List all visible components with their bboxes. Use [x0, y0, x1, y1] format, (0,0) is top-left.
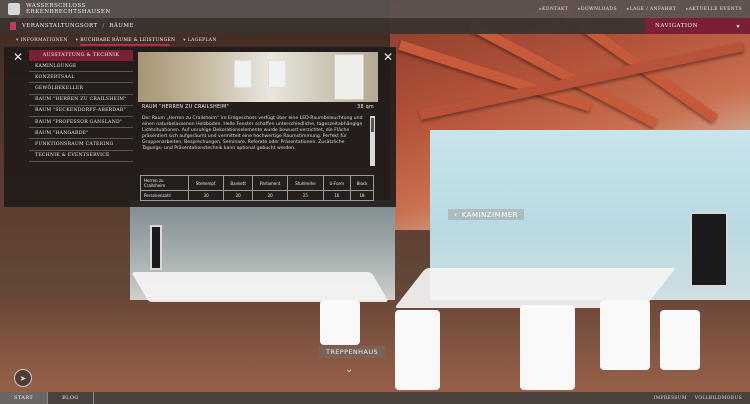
dropdown-arrow-icon: ▾	[16, 37, 19, 43]
breadcrumb-separator: /	[102, 23, 105, 29]
active-tab-indicator	[80, 44, 170, 46]
table-header-cell: U-Form	[322, 175, 352, 191]
menu-item-professor-gansland[interactable]: RAUM "PROFESSOR GANSLAND"	[29, 117, 133, 129]
menu-item-hangarde[interactable]: RAUM "HANGARDE"	[29, 128, 133, 140]
dropdown-arrow-icon: ▾	[183, 37, 186, 43]
footer-links: IMPRESSUM VOLLBILDMODUS	[654, 396, 750, 401]
tab-label: BUCHBARE RÄUME & LEISTUNGEN	[80, 37, 176, 43]
table-cell: 20	[223, 190, 254, 201]
hotspot-label: TREPPENHAUS	[325, 348, 379, 356]
menu-item-catering[interactable]: FUNKTIONSRAUM CATERING	[29, 139, 133, 151]
chair	[600, 300, 650, 370]
tab-label: LAGEPLAN	[187, 37, 217, 43]
window	[690, 212, 728, 287]
link-lage-anfahrt[interactable]: LAGE / ANFAHRT	[627, 7, 676, 12]
tab-start[interactable]: START	[0, 392, 49, 404]
home-icon[interactable]	[10, 22, 16, 30]
tab-blog[interactable]: BLOG	[48, 392, 94, 404]
table-cell: 16	[322, 190, 352, 201]
link-downloads[interactable]: DOWNLOADS	[578, 7, 617, 12]
breadcrumb: VERANSTALTUNGSORT / RÄUME	[0, 18, 645, 34]
table-header-cell: Herren zu Crailsheim	[140, 175, 189, 191]
room-menu: AUSSTATTUNG & TECHNIK KAMINLOUNGE KONZER…	[29, 50, 133, 162]
top-bar: WASSERSCHLOSS ERKENBRECHTSHAUSEN KONTAKT…	[0, 0, 750, 18]
chevron-left-icon: ‹	[454, 210, 458, 219]
menu-item-herren-zu-crailsheim[interactable]: RAUM "HERREN ZU CRAILSHEIM"	[29, 95, 133, 106]
logo-line2: ERKENBRECHTSHAUSEN	[26, 9, 111, 15]
card-area: 38 qm	[357, 105, 374, 110]
scroll-thumb[interactable]	[371, 118, 374, 132]
link-vollbildmodus[interactable]: VOLLBILDMODUS	[695, 396, 742, 401]
logo[interactable]: WASSERSCHLOSS ERKENBRECHTSHAUSEN	[0, 3, 250, 15]
menu-item-technik[interactable]: TECHNIK & EVENTSERVICE	[29, 151, 133, 162]
photo-window	[268, 60, 286, 88]
link-aktuelle-events[interactable]: AKTUELLE EVENTS	[686, 7, 742, 12]
breadcrumb-veranstaltungsort[interactable]: VERANSTALTUNGSORT	[22, 23, 98, 29]
capacity-table: Herren zu Crailsheim Stehempf. Bankett P…	[140, 175, 374, 201]
hotspot-treppenhaus[interactable]: TREPPENHAUS	[318, 346, 386, 358]
bottom-bar: START BLOG IMPRESSUM VOLLBILDMODUS	[0, 392, 750, 404]
table-row: Personenzahl 30 20 20 25 16 18	[140, 190, 374, 201]
table-header-cell: Parlament	[252, 175, 289, 191]
chair	[660, 310, 700, 370]
card-title: RAUM "HERREN ZU CRAILSHEIM"	[142, 105, 229, 110]
compass-icon[interactable]: ➤	[14, 369, 32, 387]
link-impressum[interactable]: IMPRESSUM	[654, 396, 687, 401]
room-photo	[138, 52, 378, 102]
photo-door	[334, 54, 364, 100]
card-description: Der Raum „Herren zu Crailsheim“ im Erdge…	[138, 113, 378, 171]
menu-item-seckendorff[interactable]: RAUM "SECKENDORFF-ABERDAR"	[29, 106, 133, 117]
card-scrollbar[interactable]	[370, 116, 375, 166]
table-header-cell: Stehempf.	[187, 175, 225, 191]
navigation-button[interactable]: NAVIGATION ▾	[645, 18, 750, 34]
card-title-row: RAUM "HERREN ZU CRAILSHEIM" 38 qm	[138, 102, 378, 113]
tab-informationen[interactable]: ▾ INFORMATIONEN	[16, 35, 68, 45]
chair	[395, 310, 440, 390]
menu-item-konzertsaal[interactable]: KONZERTSAAL	[29, 72, 133, 84]
chevron-down-icon: ▾	[736, 22, 740, 30]
table-header-cell: Block	[350, 175, 374, 191]
room-detail-card: RAUM "HERREN ZU CRAILSHEIM" 38 qm Der Ra…	[138, 52, 378, 201]
photo-window	[234, 60, 252, 88]
table-header-cell: Stuhlreihe	[287, 175, 324, 191]
table-row: Herren zu Crailsheim Stehempf. Bankett P…	[140, 175, 374, 191]
hotspot-label: KAMINZIMMER	[461, 210, 519, 219]
table-header-cell: Bankett	[223, 175, 254, 191]
table-cell: 18	[350, 190, 374, 201]
close-menu-icon[interactable]: ✕	[12, 51, 24, 63]
banquet-table	[131, 272, 389, 302]
chair	[320, 300, 360, 345]
window	[150, 225, 162, 270]
menu-item-kaminlounge[interactable]: KAMINLOUNGE	[29, 61, 133, 73]
table-cell: 20	[252, 190, 289, 201]
tab-label: INFORMATIONEN	[20, 37, 68, 43]
table-cell: 30	[187, 190, 225, 201]
chair	[520, 305, 575, 390]
breadcrumb-raeume[interactable]: RÄUME	[109, 23, 133, 29]
navigation-label: NAVIGATION	[655, 23, 698, 29]
table-cell: Personenzahl	[140, 190, 189, 201]
dropdown-arrow-icon: ▾	[75, 37, 79, 43]
link-kontakt[interactable]: KONTAKT	[539, 7, 568, 12]
table-cell: 25	[287, 190, 324, 201]
close-card-icon[interactable]: ✕	[382, 51, 394, 63]
hotspot-kaminzimmer[interactable]: ‹ KAMINZIMMER	[448, 209, 525, 220]
menu-heading[interactable]: AUSSTATTUNG & TECHNIK	[29, 50, 133, 61]
chevron-down-icon[interactable]: ⌄	[345, 364, 353, 375]
tab-lageplan[interactable]: ▾ LAGEPLAN	[183, 35, 216, 45]
castle-icon	[8, 3, 20, 15]
card-description-text: Der Raum „Herren zu Crailsheim“ im Erdge…	[142, 116, 363, 151]
top-links: KONTAKT DOWNLOADS LAGE / ANFAHRT AKTUELL…	[539, 7, 750, 12]
menu-item-gewoelbekeller[interactable]: GEWÖLBEKELLER	[29, 83, 133, 95]
